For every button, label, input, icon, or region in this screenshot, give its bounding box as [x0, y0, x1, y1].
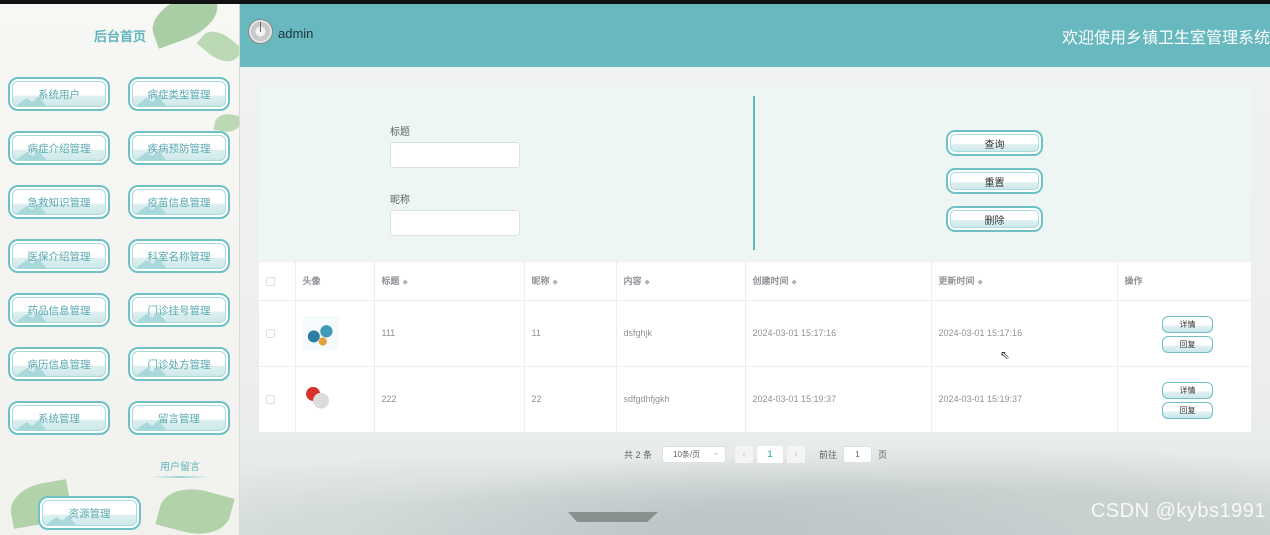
- system-title: 欢迎使用乡镇卫生室管理系统: [1061, 30, 1270, 47]
- content-cell: sdfgdhfjgkh: [616, 366, 746, 433]
- page-unit-label: 页: [878, 449, 888, 460]
- reply-button[interactable]: 回复: [1162, 402, 1213, 419]
- select-all-checkbox[interactable]: [266, 276, 275, 286]
- pagination-total: 共 2 条: [624, 449, 653, 460]
- header-nickname[interactable]: 昵称 ◆: [524, 262, 617, 301]
- actions-cell: 详情 回复: [1117, 366, 1252, 433]
- header-select-all[interactable]: [259, 262, 296, 301]
- watermark: CSDN @kybs1991: [1090, 500, 1266, 522]
- header-actions: 操作: [1117, 262, 1252, 301]
- sidebar-item-disease-type[interactable]: 病症类型管理: [128, 77, 230, 111]
- delete-button[interactable]: 删除: [946, 206, 1043, 232]
- sidebar-item-insurance[interactable]: 医保介绍管理: [8, 239, 110, 273]
- sidebar-item-system-manage[interactable]: 系统管理: [8, 401, 110, 435]
- header-title-label: 标题: [381, 276, 400, 287]
- created-cell: 2024-03-01 15:17:16: [745, 300, 932, 367]
- sidebar-item-prescription[interactable]: 门诊处方管理: [128, 347, 230, 381]
- nickname-cell: 11: [524, 300, 617, 367]
- sidebar: 后台首页 系统用户 病症类型管理 病症介绍管理 疾病预防管理 急救知识管理 疫苗…: [0, 4, 240, 535]
- nickname-filter-input[interactable]: [390, 210, 520, 236]
- header-content-label: 内容: [623, 276, 642, 287]
- row-select-cell: [259, 300, 296, 367]
- avatar-cell: [295, 300, 375, 367]
- table-header-row: 头像 标题 ◆ 昵称 ◆ 内容 ◆ 创建时间 ◆ 更新时间 ◆ 操作: [259, 262, 1252, 301]
- reset-button[interactable]: 重置: [946, 168, 1043, 194]
- header-created[interactable]: 创建时间 ◆: [745, 262, 932, 301]
- pagination: 共 2 条 10条/页 ‹ 1 › 前往 1 页: [624, 445, 887, 463]
- created-cell: 2024-03-01 15:19:37: [745, 366, 932, 433]
- sidebar-item-label: 系统用户: [38, 88, 80, 101]
- actions-cell: 详情 回复: [1117, 300, 1252, 367]
- content-cell: dsfghjk: [616, 300, 746, 367]
- header-updated[interactable]: 更新时间 ◆: [931, 262, 1118, 301]
- table-row: 222 22 sdfgdhfjgkh 2024-03-01 15:19:37 2…: [259, 366, 1252, 433]
- top-header: admin 欢迎使用乡镇卫生室管理系统: [240, 4, 1270, 67]
- prev-page-icon[interactable]: ‹: [735, 445, 754, 463]
- sort-icon[interactable]: ◆: [978, 278, 983, 286]
- avatar-image: [302, 382, 339, 416]
- header-nickname-label: 昵称: [531, 276, 550, 287]
- sort-icon[interactable]: ◆: [553, 278, 558, 286]
- sidebar-item-vaccine[interactable]: 疫苗信息管理: [128, 185, 230, 219]
- nickname-filter-label: 昵称: [390, 195, 410, 206]
- sidebar-item-label: 系统管理: [38, 412, 80, 425]
- leaf-decoration: [196, 24, 239, 69]
- sidebar-item-resource[interactable]: 资源管理: [38, 496, 141, 530]
- reply-button[interactable]: 回复: [1162, 336, 1213, 353]
- sort-icon[interactable]: ◆: [645, 278, 650, 286]
- username: admin: [278, 26, 314, 41]
- row-select-cell: [259, 366, 296, 433]
- goto-label: 前往: [819, 449, 838, 460]
- leaf-decoration: [155, 480, 235, 535]
- header-title[interactable]: 标题 ◆: [374, 262, 525, 301]
- header-content[interactable]: 内容 ◆: [616, 262, 746, 301]
- sidebar-item-disease-intro[interactable]: 病症介绍管理: [8, 131, 110, 165]
- table-row: 111 11 dsfghjk 2024-03-01 15:17:16 2024-…: [259, 300, 1252, 367]
- sidebar-item-medicine[interactable]: 药品信息管理: [8, 293, 110, 327]
- avatar-cell: [295, 366, 375, 433]
- avatar-image: [302, 316, 339, 350]
- updated-cell: 2024-03-01 15:17:16: [931, 300, 1118, 367]
- sidebar-item-disease-prevention[interactable]: 疾病预防管理: [128, 131, 230, 165]
- current-page[interactable]: 1: [757, 445, 784, 463]
- sidebar-item-registration[interactable]: 门诊挂号管理: [128, 293, 230, 327]
- detail-button[interactable]: 详情: [1162, 382, 1213, 399]
- sidebar-item-message-manage[interactable]: 留言管理: [128, 401, 230, 435]
- updated-cell: 2024-03-01 15:19:37: [931, 366, 1118, 433]
- sidebar-item-first-aid[interactable]: 急救知识管理: [8, 185, 110, 219]
- title-filter-label: 标题: [390, 127, 410, 138]
- mouse-cursor-icon: ⇖: [1000, 348, 1011, 362]
- sidebar-item-label: 资源管理: [68, 507, 111, 520]
- sort-icon[interactable]: ◆: [403, 278, 408, 286]
- nickname-cell: 22: [524, 366, 617, 433]
- title-cell: 111: [374, 300, 525, 367]
- sidebar-item-medical-record[interactable]: 病历信息管理: [8, 347, 110, 381]
- row-checkbox[interactable]: [266, 395, 275, 405]
- message-table: 头像 标题 ◆ 昵称 ◆ 内容 ◆ 创建时间 ◆ 更新时间 ◆ 操作 111 11 dsf…: [259, 262, 1252, 433]
- boat-decoration: [568, 512, 658, 522]
- panel-divider: [753, 96, 755, 250]
- avatar[interactable]: [248, 19, 273, 44]
- query-button[interactable]: 查询: [946, 130, 1043, 156]
- title-filter-input[interactable]: [390, 142, 520, 168]
- sort-icon[interactable]: ◆: [792, 278, 797, 286]
- sidebar-item-department[interactable]: 科室名称管理: [128, 239, 230, 273]
- next-page-icon[interactable]: ›: [787, 445, 806, 463]
- sidebar-item-label: 留言管理: [158, 412, 200, 425]
- title-cell: 222: [374, 366, 525, 433]
- sidebar-subitem-user-message[interactable]: 用户留言: [150, 458, 210, 478]
- page-size-select[interactable]: 10条/页: [662, 445, 727, 463]
- row-checkbox[interactable]: [266, 329, 275, 339]
- goto-page-input[interactable]: 1: [843, 445, 873, 463]
- sidebar-item-system-users[interactable]: 系统用户: [8, 77, 110, 111]
- header-avatar: 头像: [295, 262, 375, 301]
- detail-button[interactable]: 详情: [1162, 316, 1213, 333]
- home-link[interactable]: 后台首页: [70, 26, 170, 45]
- header-created-label: 创建时间: [752, 276, 789, 287]
- header-updated-label: 更新时间: [938, 276, 975, 287]
